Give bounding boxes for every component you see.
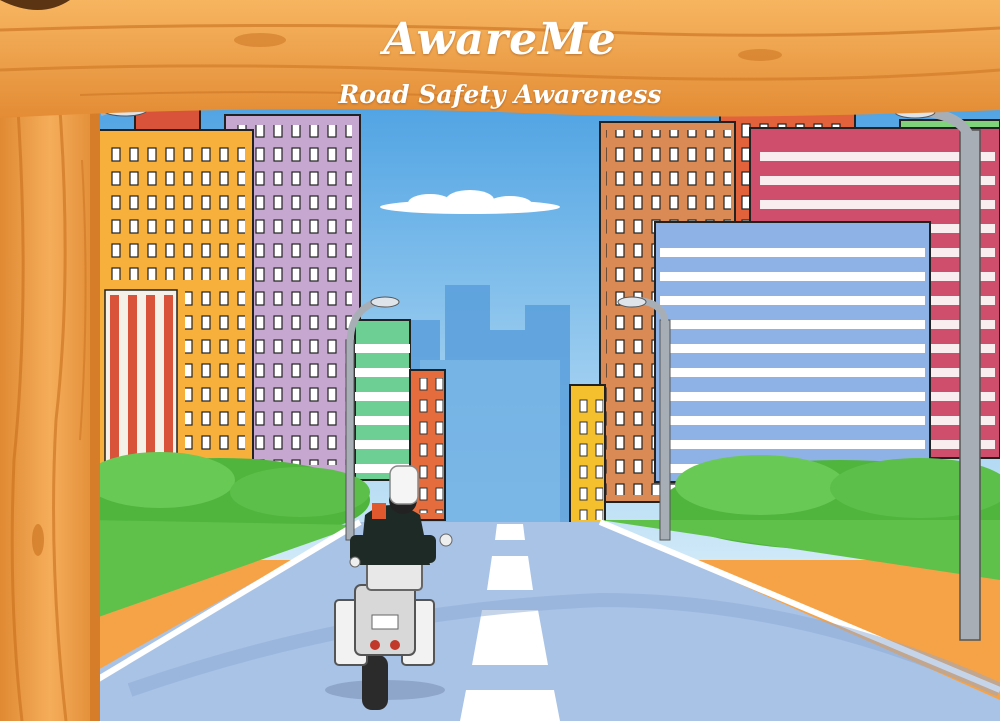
game-scene: AwareMe Road Safety Awareness [0,0,1000,721]
wooden-post-left [0,90,100,721]
wooden-beam-top [0,0,1000,118]
city-street-illustration [0,0,1000,721]
